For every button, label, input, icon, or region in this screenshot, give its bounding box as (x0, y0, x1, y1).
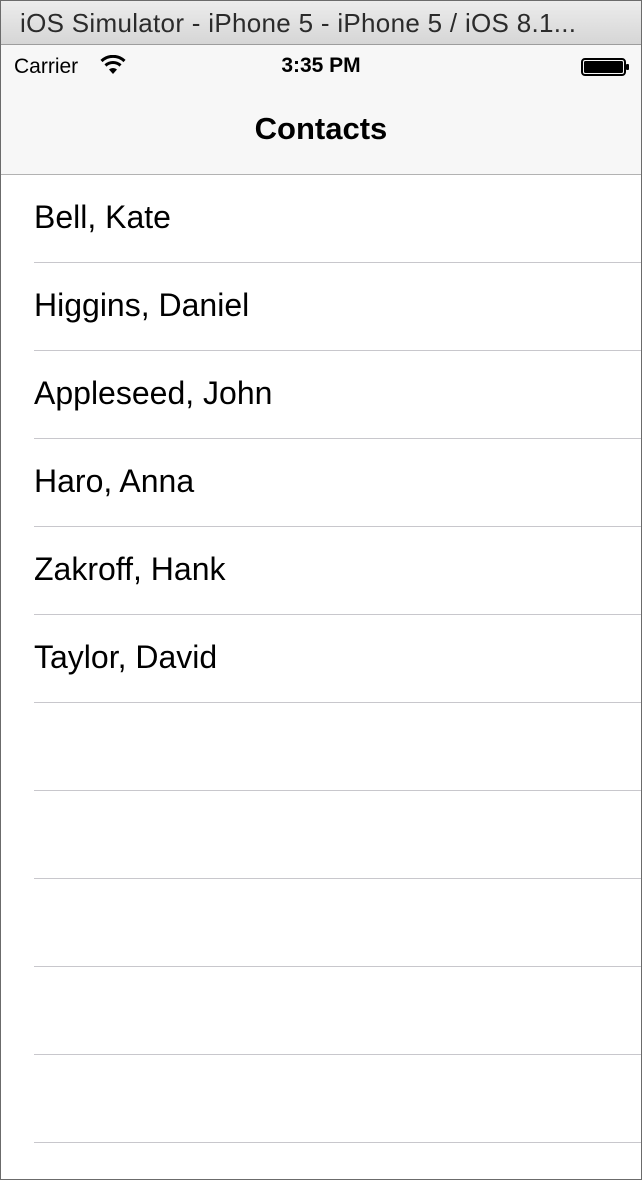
empty-row (1, 967, 641, 1055)
simulator-window: iOS Simulator - iPhone 5 - iPhone 5 / iO… (0, 0, 642, 1180)
contact-name: Bell, Kate (34, 199, 171, 235)
contact-name: Taylor, David (34, 639, 218, 675)
status-bar: Carrier 3:35 PM (1, 45, 641, 87)
contact-name: Zakroff, Hank (34, 551, 226, 587)
contact-row[interactable]: Zakroff, Hank (1, 527, 641, 615)
contact-row[interactable]: Higgins, Daniel (1, 263, 641, 351)
contact-name: Haro, Anna (34, 463, 195, 499)
simulator-title-bar[interactable]: iOS Simulator - iPhone 5 - iPhone 5 / iO… (1, 1, 641, 45)
nav-title: Contacts (254, 111, 388, 146)
contact-row[interactable]: Appleseed, John (1, 351, 641, 439)
empty-row (1, 791, 641, 879)
contact-name: Appleseed, John (34, 375, 273, 411)
navigation-bar: Contacts (1, 87, 641, 175)
contact-name: Higgins, Daniel (34, 287, 250, 323)
contact-row[interactable]: Haro, Anna (1, 439, 641, 527)
empty-row (1, 1055, 641, 1143)
battery-icon (581, 58, 631, 76)
window-title: iOS Simulator - iPhone 5 - iPhone 5 / iO… (20, 8, 577, 38)
empty-row (1, 879, 641, 967)
contacts-table[interactable]: Bell, Kate Higgins, Daniel Appleseed, John… (1, 175, 641, 1143)
status-time: 3:35 PM (281, 54, 361, 77)
empty-row (1, 703, 641, 791)
contact-row[interactable]: Taylor, David (1, 615, 641, 703)
row-separator (34, 1142, 641, 1143)
contact-row[interactable]: Bell, Kate (1, 175, 641, 263)
